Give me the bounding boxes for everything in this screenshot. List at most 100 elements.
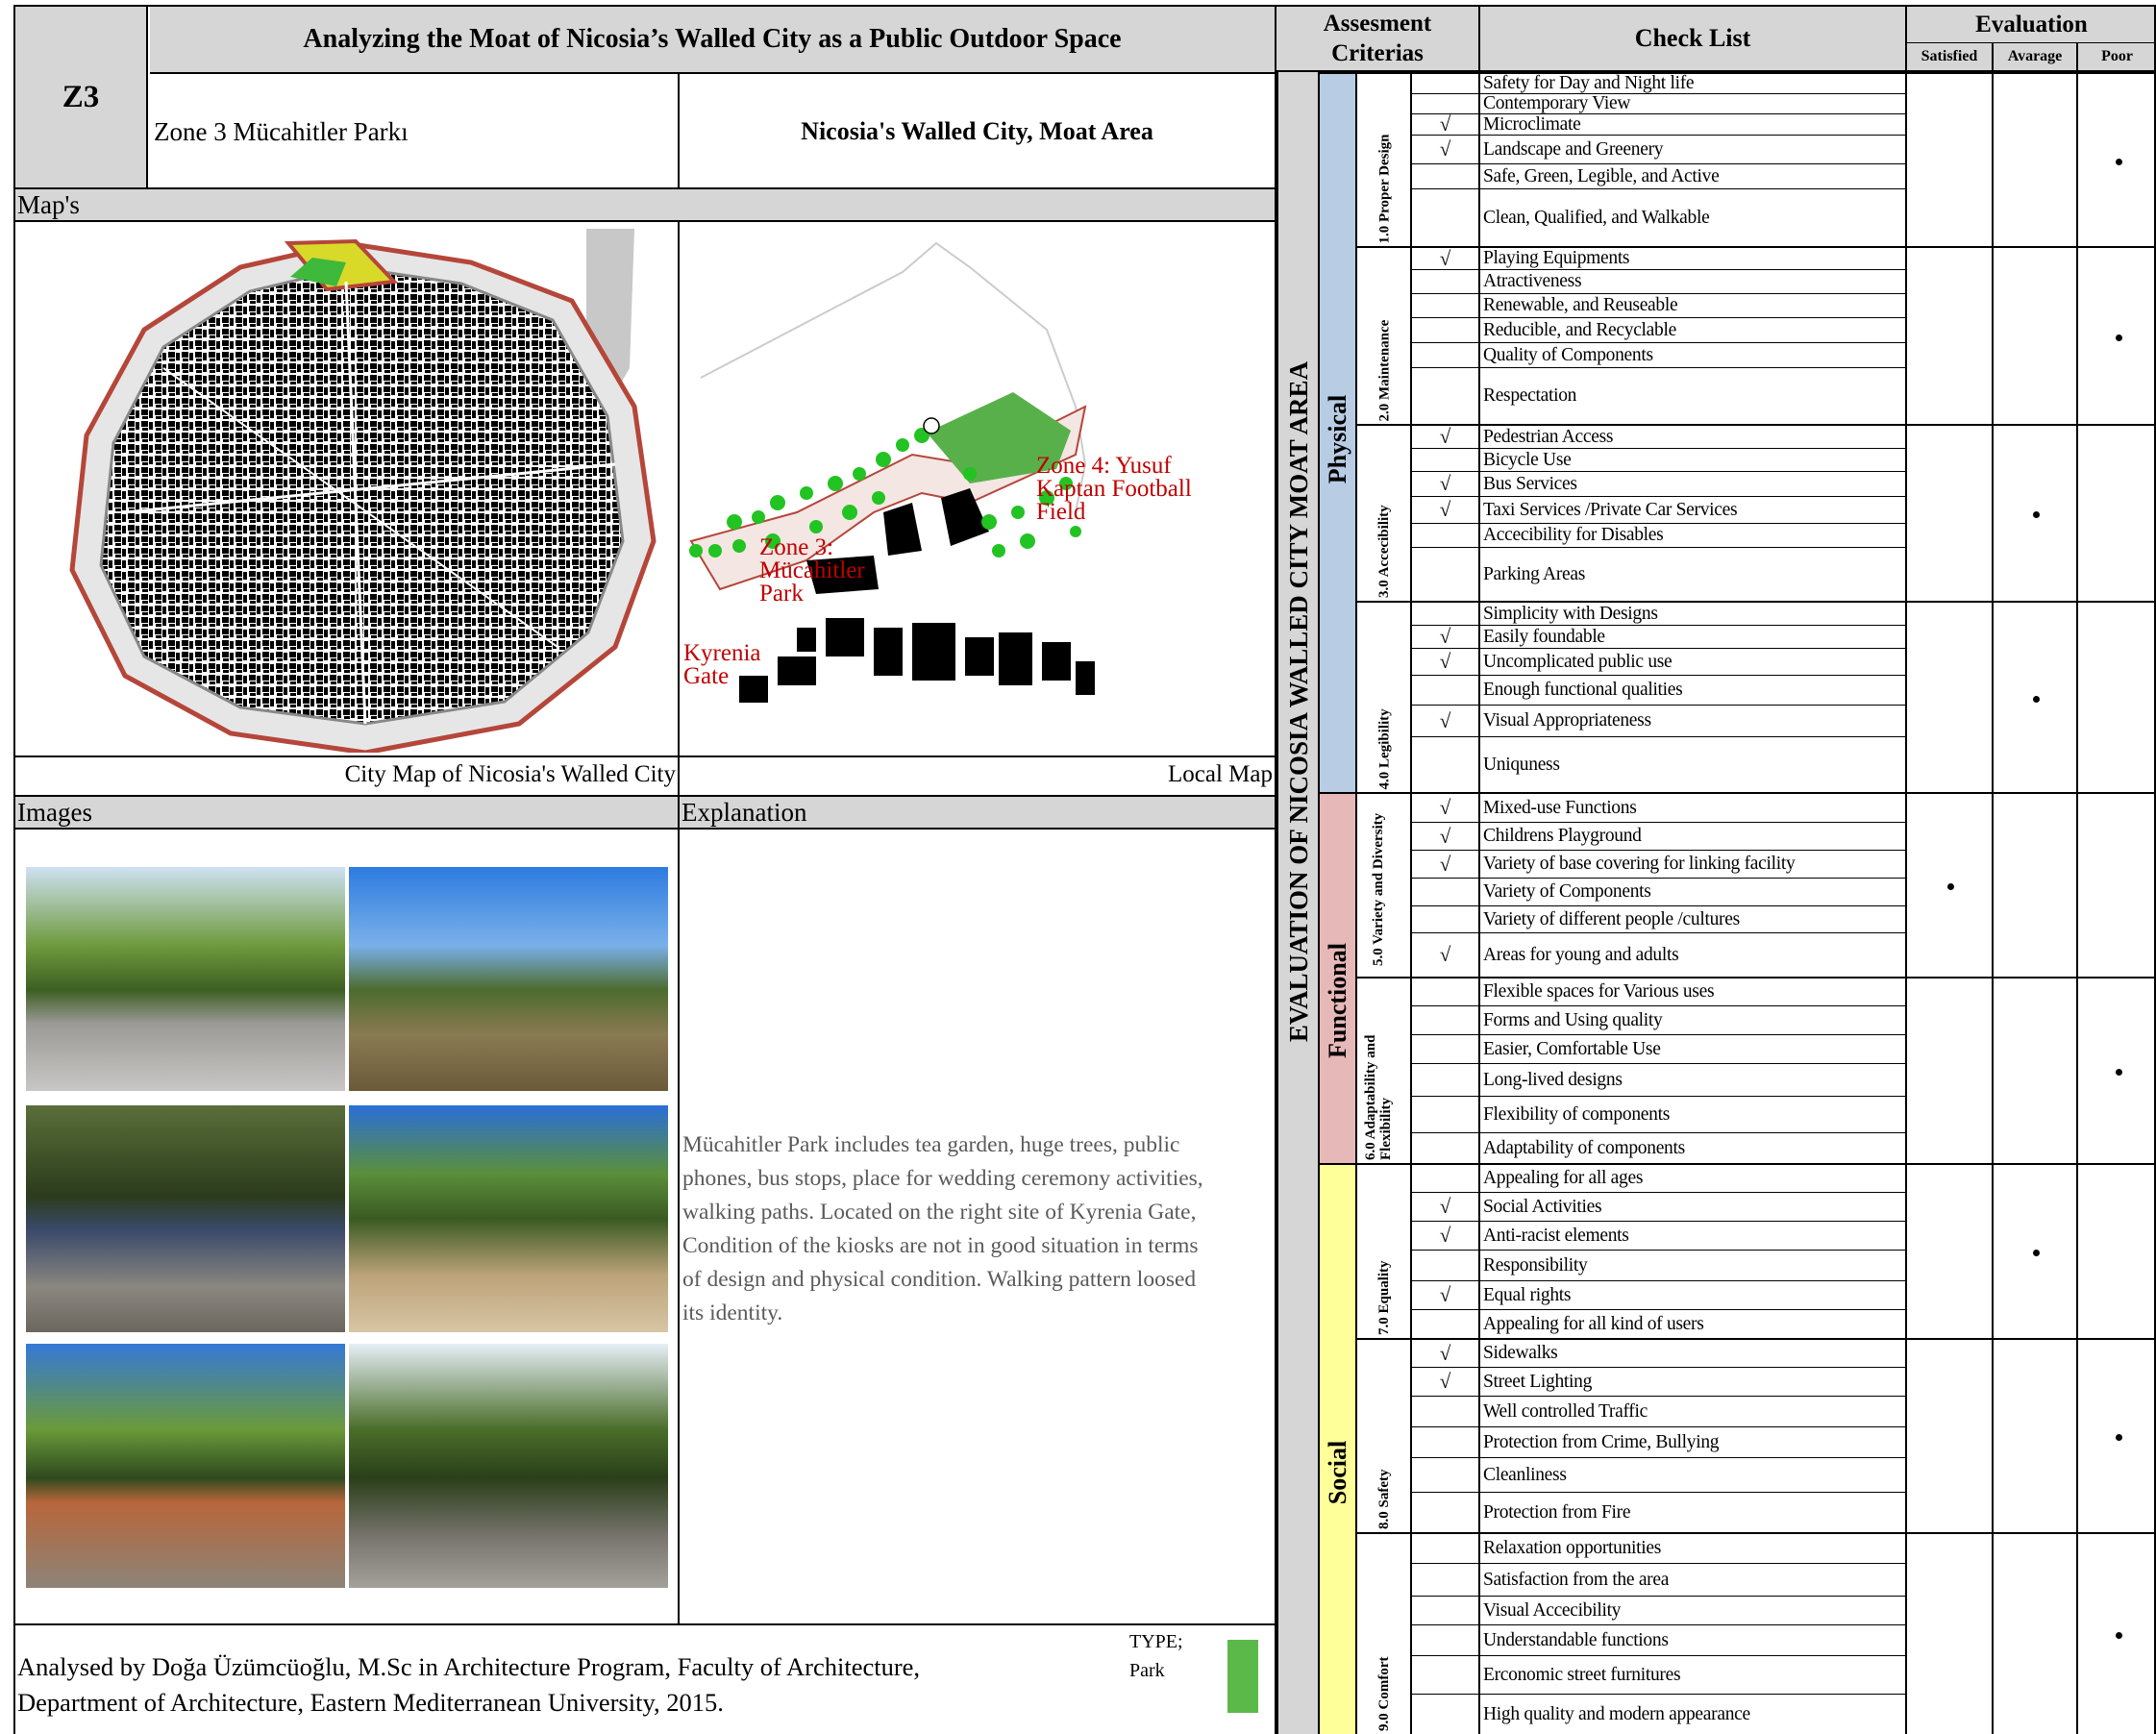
criterion-accecibility: 3.0 Accecibility: [1355, 424, 1410, 601]
criterion-safety: 8.0 Safety: [1355, 1338, 1410, 1532]
check-cell: [1410, 1457, 1478, 1492]
checklist-item: Flexibility of components: [1478, 1096, 1905, 1132]
type-label: TYPE; Park: [1129, 1631, 1183, 1681]
check-cell: [1410, 93, 1478, 113]
checklist-item: Street Lighting: [1478, 1367, 1905, 1396]
checklist-item: Taxi Services /Private Car Services: [1478, 496, 1905, 523]
checklist-item: Responsibility: [1478, 1250, 1905, 1280]
eval-cell-avarage: [1992, 601, 2076, 792]
city-map-caption: City Map of Nicosia's Walled City: [344, 761, 676, 787]
check-cell: [1410, 1096, 1478, 1132]
evaluation-header: Evaluation: [1905, 5, 2156, 43]
eval-column-poor: Poor: [2076, 43, 2156, 72]
check-cell: √: [1410, 648, 1478, 675]
eval-cell-avarage: [1992, 246, 2076, 424]
checklist-item: Quality of Components: [1478, 342, 1905, 367]
eval-cell-satisfied: [1905, 977, 1992, 1163]
eval-cell-satisfied: [1905, 601, 1992, 792]
eval-cell-satisfied: [1905, 1532, 1992, 1734]
type-color-swatch: [1227, 1640, 1258, 1713]
checklist-item: Appealing for all kind of users: [1478, 1309, 1905, 1338]
checklist-item: Safety for Day and Night life: [1478, 72, 1905, 93]
park-photo-2: [349, 867, 668, 1091]
maps-section-label: Map's: [15, 187, 1275, 222]
criterion-label: 8.0 Safety: [1376, 1469, 1392, 1530]
park-photo-5: [26, 1344, 345, 1588]
checklist-item: Simplicity with Designs: [1478, 601, 1905, 625]
checklist-item: Easily foundable: [1478, 625, 1905, 648]
checklist-item: Social Activities: [1478, 1192, 1905, 1221]
checklist-item: Erconomic street furnitures: [1478, 1655, 1905, 1694]
eval-cell-satisfied: [1905, 72, 1992, 246]
check-cell: [1410, 878, 1478, 905]
divider: [15, 1623, 1275, 1625]
check-cell: √: [1410, 496, 1478, 523]
check-cell: [1410, 1309, 1478, 1338]
eval-cell-poor: [2076, 1532, 2156, 1734]
eval-cell-satisfied: [1905, 246, 1992, 424]
eval-cell-poor: [2076, 1163, 2156, 1338]
checklist-item: Bus Services: [1478, 471, 1905, 496]
criterion-maintenance: 2.0 Maintenance: [1355, 246, 1410, 424]
check-cell: [1410, 1034, 1478, 1063]
check-cell: √: [1410, 246, 1478, 270]
checklist-item: Variety of base covering for linking fac…: [1478, 850, 1905, 878]
check-cell: √: [1410, 932, 1478, 977]
check-cell: [1410, 1063, 1478, 1096]
eval-cell-poor: [2076, 977, 2156, 1163]
eval-cell-satisfied: [1905, 1163, 1992, 1338]
check-cell: [1410, 1163, 1478, 1192]
area-name: Nicosia's Walled City, Moat Area: [801, 117, 1153, 145]
checklist-item: High quality and modern appearance: [1478, 1694, 1905, 1734]
check-cell: [1410, 675, 1478, 705]
local-map-zone4-label: Zone 4: Yusuf Kaptan Football Field: [1036, 453, 1192, 525]
criterion-comfort: 9.0 Comfort: [1355, 1532, 1410, 1734]
check-cell: √: [1410, 471, 1478, 496]
vertical-title-column: EVALUATION OF NICOSIA WALLED CITY MOAT A…: [1276, 72, 1318, 1734]
check-cell: [1410, 1132, 1478, 1163]
check-cell: √: [1410, 135, 1478, 163]
explanation-section-label: Explanation: [680, 795, 1275, 830]
zone-code: Z3: [15, 7, 148, 187]
divider: [678, 222, 680, 797]
check-cell: [1410, 547, 1478, 601]
checklist-item: Landscape and Greenery: [1478, 135, 1905, 163]
check-cell: [1410, 736, 1478, 792]
group-physical: Physical: [1318, 72, 1355, 792]
checklist-item: Satisfaction from the area: [1478, 1563, 1905, 1596]
page-title: Analyzing the Moat of Nicosia’s Walled C…: [150, 7, 1275, 74]
checklist-item: Appealing for all ages: [1478, 1163, 1905, 1192]
checklist-item: Renewable, and Reuseable: [1478, 293, 1905, 317]
criterion-label: 7.0 Equality: [1376, 1260, 1392, 1335]
checklist-item: Pedestrian Access: [1478, 424, 1905, 448]
group-social: Social: [1318, 1163, 1355, 1734]
checklist-item: Uncomplicated public use: [1478, 648, 1905, 675]
park-photo-1: [26, 867, 345, 1091]
eval-cell-poor: [2076, 792, 2156, 977]
divider: [678, 795, 680, 1625]
checklist-item: Parking Areas: [1478, 547, 1905, 601]
rating-dot: [1947, 883, 1954, 890]
eval-column-avarage: Avarage: [1992, 43, 2076, 72]
rating-dot: [2115, 334, 2122, 341]
check-cell: [1410, 1396, 1478, 1426]
check-cell: [1410, 1426, 1478, 1457]
assessment-criteria-header: Assesment Criterias: [1276, 5, 1478, 72]
checklist-item: Flexible spaces for Various uses: [1478, 977, 1905, 1005]
city-map: [19, 224, 676, 756]
checklist-item: Equal rights: [1478, 1280, 1905, 1309]
check-cell: √: [1410, 424, 1478, 448]
rating-dot: [2033, 511, 2040, 518]
check-cell: √: [1410, 850, 1478, 878]
eval-cell-avarage: [1992, 792, 2076, 977]
checklist-item: Atractiveness: [1478, 269, 1905, 293]
criterion-label: 9.0 Comfort: [1376, 1656, 1392, 1731]
park-photo-6: [349, 1344, 668, 1588]
park-photo-3: [26, 1105, 345, 1332]
checklist-item: Understandable functions: [1478, 1624, 1905, 1655]
checklist-item: Accecibility for Disables: [1478, 523, 1905, 547]
checklist-item: Visual Appropriateness: [1478, 705, 1905, 736]
check-cell: [1410, 188, 1478, 246]
group-functional: Functional: [1318, 792, 1355, 1163]
checklist-item: Cleanliness: [1478, 1457, 1905, 1492]
